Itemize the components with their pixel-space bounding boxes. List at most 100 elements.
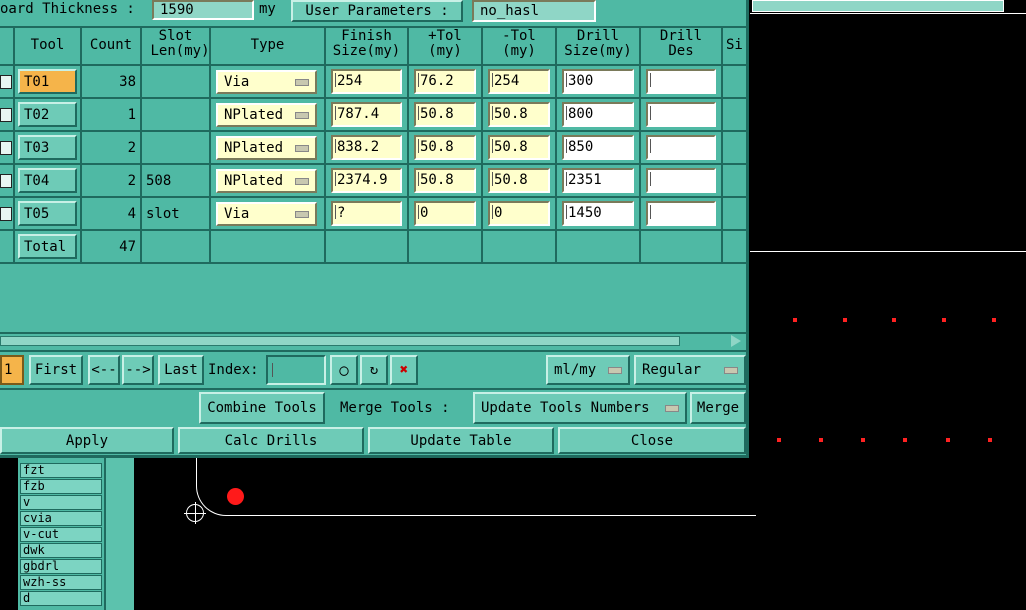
layer-item[interactable]: gbdrl <box>20 559 102 574</box>
row-select-icon[interactable] <box>0 66 15 99</box>
row-select-icon[interactable] <box>0 198 15 231</box>
type-select[interactable]: NPlated <box>216 136 317 160</box>
canvas-area[interactable] <box>750 0 1026 610</box>
drill-value: 850 <box>568 139 594 155</box>
page-number-field[interactable]: 1 <box>0 355 24 385</box>
ntol-input[interactable]: 50.8 <box>488 168 550 193</box>
index-input[interactable] <box>266 355 326 385</box>
des-input[interactable] <box>646 201 716 226</box>
ntol-value: 50.8 <box>494 139 528 155</box>
ptol-input[interactable]: 50.8 <box>414 168 476 193</box>
lightbulb-icon[interactable]: ◯ <box>330 355 358 385</box>
ptol-input[interactable]: 50.8 <box>414 102 476 127</box>
type-select[interactable]: NPlated <box>216 169 317 193</box>
ptol-value: 50.8 <box>420 139 454 155</box>
finish-input[interactable]: ? <box>331 201 402 226</box>
ntol-input[interactable]: 0 <box>488 201 550 226</box>
layer-item[interactable]: v <box>20 495 102 510</box>
row-select-icon[interactable] <box>0 132 15 165</box>
drill-mark <box>777 438 781 442</box>
finish-input[interactable]: 787.4 <box>331 102 402 127</box>
type-select[interactable]: Via <box>216 202 317 226</box>
des-input[interactable] <box>646 102 716 127</box>
units-select[interactable]: ml/my <box>546 355 630 385</box>
thickness-input[interactable]: 1590 <box>152 0 254 20</box>
table-cell-ntol: 50.8 <box>483 132 557 165</box>
layer-item[interactable]: d <box>20 591 102 606</box>
refresh-icon[interactable]: ↻ <box>360 355 388 385</box>
table-cell-tool: T05 <box>15 198 82 231</box>
ntol-input[interactable]: 254 <box>488 69 550 94</box>
delete-icon[interactable]: ✖ <box>390 355 418 385</box>
table-cell-slot: slot <box>142 198 211 231</box>
ntol-input[interactable]: 50.8 <box>488 135 550 160</box>
scroll-right-arrow-icon[interactable] <box>731 335 741 347</box>
update-tools-numbers-select[interactable]: Update Tools Numbers <box>473 392 687 424</box>
layer-item[interactable]: fzt <box>20 463 102 478</box>
drill-input[interactable]: 800 <box>562 102 634 127</box>
ptol-input[interactable]: 76.2 <box>414 69 476 94</box>
total-row-marker <box>0 231 15 264</box>
drill-input[interactable]: 300 <box>562 69 634 94</box>
drill-input[interactable]: 1450 <box>562 201 634 226</box>
table-cell-count: 2 <box>82 165 142 198</box>
drill-value: 300 <box>568 73 594 89</box>
row-select-header <box>0 28 15 66</box>
tool-button[interactable]: T04 <box>18 168 77 193</box>
close-button[interactable]: Close <box>558 427 746 454</box>
scrollbar-thumb[interactable] <box>0 336 680 346</box>
user-parameters-input[interactable]: no_hasl <box>472 0 596 22</box>
last-button[interactable]: Last <box>158 355 204 385</box>
drill-mark <box>992 318 996 322</box>
table-cell-drill <box>557 231 641 264</box>
board-corner-outline <box>196 458 756 516</box>
total-label: Total <box>18 234 77 259</box>
finish-input[interactable]: 838.2 <box>331 135 402 160</box>
col-header-finish-size: Finish Size(my) <box>326 28 409 66</box>
type-select-value: NPlated <box>224 173 284 189</box>
layer-item[interactable]: v-cut <box>20 527 102 542</box>
board-canvas[interactable] <box>134 458 756 610</box>
type-select[interactable]: Via <box>216 70 317 94</box>
des-input[interactable] <box>646 135 716 160</box>
finish-input[interactable]: 2374.9 <box>331 168 402 193</box>
layer-item[interactable]: wzh-ss <box>20 575 102 590</box>
apply-button[interactable]: Apply <box>0 427 174 454</box>
table-cell-drill: 850 <box>557 132 641 165</box>
layer-item[interactable]: fzb <box>20 479 102 494</box>
tool-button[interactable]: T05 <box>18 201 77 226</box>
tool-button[interactable]: T03 <box>18 135 77 160</box>
ntol-input[interactable]: 50.8 <box>488 102 550 127</box>
table-cell-count: 47 <box>82 231 142 264</box>
next-button[interactable]: --> <box>122 355 154 385</box>
layer-item[interactable]: cvia <box>20 511 102 526</box>
table-cell-si <box>723 165 746 198</box>
layer-item[interactable]: dwk <box>20 543 102 558</box>
drill-mark <box>819 438 823 442</box>
tool-button[interactable]: T01 <box>18 69 77 94</box>
horizontal-scrollbar[interactable] <box>0 332 746 348</box>
tool-button[interactable]: T02 <box>18 102 77 127</box>
row-select-icon[interactable] <box>0 165 15 198</box>
calc-drills-button[interactable]: Calc Drills <box>178 427 364 454</box>
mode-select-value: Regular <box>642 362 702 378</box>
table-cell-si <box>723 66 746 99</box>
update-table-button[interactable]: Update Table <box>368 427 554 454</box>
first-button[interactable]: First <box>29 355 83 385</box>
dropdown-icon <box>295 144 309 152</box>
combine-tools-button[interactable]: Combine Tools <box>199 392 325 424</box>
des-input[interactable] <box>646 168 716 193</box>
type-select[interactable]: NPlated <box>216 103 317 127</box>
finish-input[interactable]: 254 <box>331 69 402 94</box>
mode-select[interactable]: Regular <box>634 355 746 385</box>
prev-button[interactable]: <-- <box>88 355 120 385</box>
drill-input[interactable]: 2351 <box>562 168 634 193</box>
row-select-icon[interactable] <box>0 99 15 132</box>
merge-button[interactable]: Merge <box>690 392 746 424</box>
drill-input[interactable]: 850 <box>562 135 634 160</box>
des-input[interactable] <box>646 69 716 94</box>
ptol-input[interactable]: 0 <box>414 201 476 226</box>
ptol-input[interactable]: 50.8 <box>414 135 476 160</box>
divider <box>0 388 746 390</box>
user-parameters-button[interactable]: User Parameters : <box>291 0 463 22</box>
